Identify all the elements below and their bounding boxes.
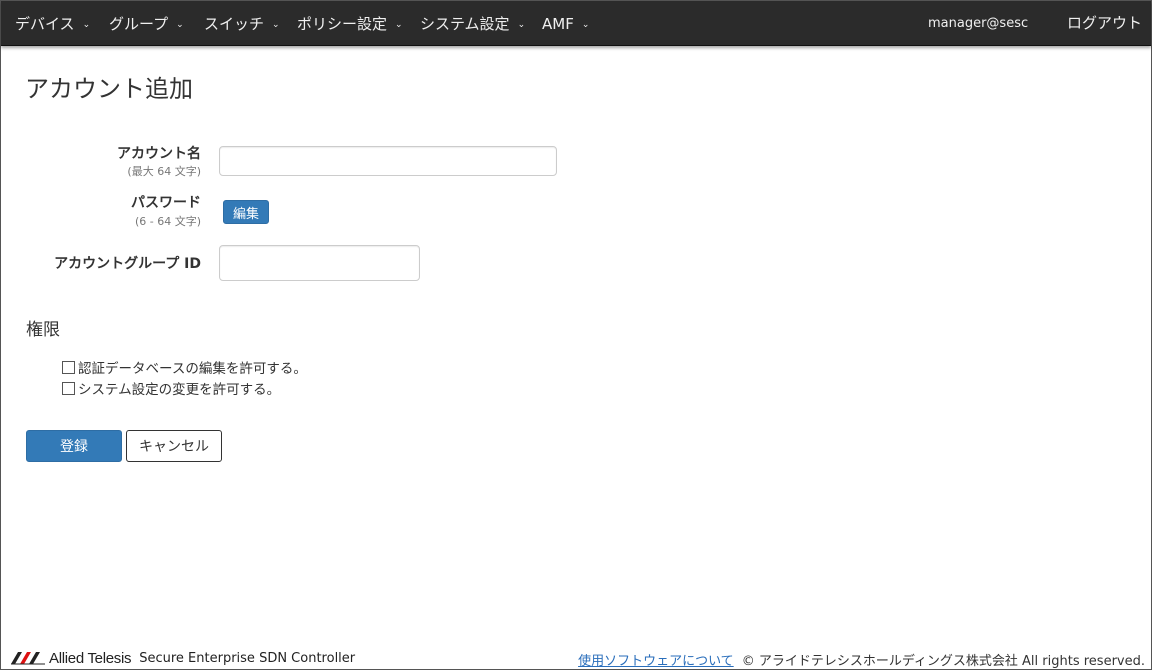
auth-db-edit-checkbox[interactable] [62, 360, 75, 374]
footer-branding: Allied Telesis Secure Enterprise SDN Con… [11, 649, 355, 667]
system-settings-change-checkbox[interactable] [62, 381, 75, 395]
copyright-text: © アライドテレシスホールディングス株式会社 All rights reserv… [741, 653, 1145, 669]
nav-menu-amf[interactable]: AMF ⌄ [542, 1, 589, 46]
register-button[interactable]: 登録 [26, 430, 122, 462]
chevron-down-icon: ⌄ [82, 19, 91, 30]
cancel-button[interactable]: キャンセル [126, 430, 222, 462]
nav-menu-switches[interactable]: スイッチ ⌄ [204, 1, 280, 46]
allied-telesis-logo-icon [11, 652, 45, 665]
account-group-id-input[interactable] [219, 245, 420, 281]
permission-auth-db-edit[interactable]: 認証データベースの編集を許可する。 [62, 357, 307, 377]
nav-menu-devices[interactable]: デバイス ⌄ [15, 1, 90, 46]
account-name-input[interactable] [219, 146, 557, 176]
account-name-hint: (最大 64 文字) [127, 165, 201, 178]
permission-label: 認証データベースの編集を許可する。 [78, 361, 307, 377]
current-user: manager@sesc [928, 16, 1029, 31]
about-software-link[interactable]: 使用ソフトウェアについて [578, 650, 734, 669]
permission-label: システム設定の変更を許可する。 [78, 382, 281, 398]
chevron-down-icon: ⌄ [176, 19, 184, 30]
logout-link[interactable]: ログアウト [1067, 1, 1142, 43]
password-hint: (6 - 64 文字) [134, 215, 201, 228]
password-label: パスワード [131, 195, 201, 211]
page-title: アカウント追加 [25, 75, 193, 103]
account-name-label: アカウント名 [117, 146, 201, 162]
product-name: Secure Enterprise SDN Controller [139, 650, 356, 666]
chevron-down-icon: ⌄ [517, 19, 526, 30]
password-edit-button[interactable]: 編集 [223, 200, 269, 224]
permission-system-settings-change[interactable]: システム設定の変更を許可する。 [62, 378, 280, 398]
chevron-down-icon: ⌄ [395, 19, 403, 30]
chevron-down-icon: ⌄ [272, 19, 280, 30]
top-navbar: デバイス ⌄ グループ ⌄ スイッチ ⌄ ポリシー設定 ⌄ システム設定 ⌄ AMF ⌄ m… [1, 1, 1151, 46]
nav-menu-policy-settings[interactable]: ポリシー設定 ⌄ [297, 1, 403, 46]
permissions-title: 権限 [26, 320, 60, 340]
account-group-id-label: アカウントグループ ID [54, 256, 201, 272]
nav-menu-groups[interactable]: グループ ⌄ [109, 1, 184, 46]
nav-menu-system-settings[interactable]: システム設定 ⌄ [420, 1, 525, 46]
footer-legal: 使用ソフトウェアについて © アライドテレシスホールディングス株式会社 All … [578, 649, 1145, 669]
brand-name: Allied Telesis [49, 649, 132, 667]
chevron-down-icon: ⌄ [581, 19, 590, 30]
